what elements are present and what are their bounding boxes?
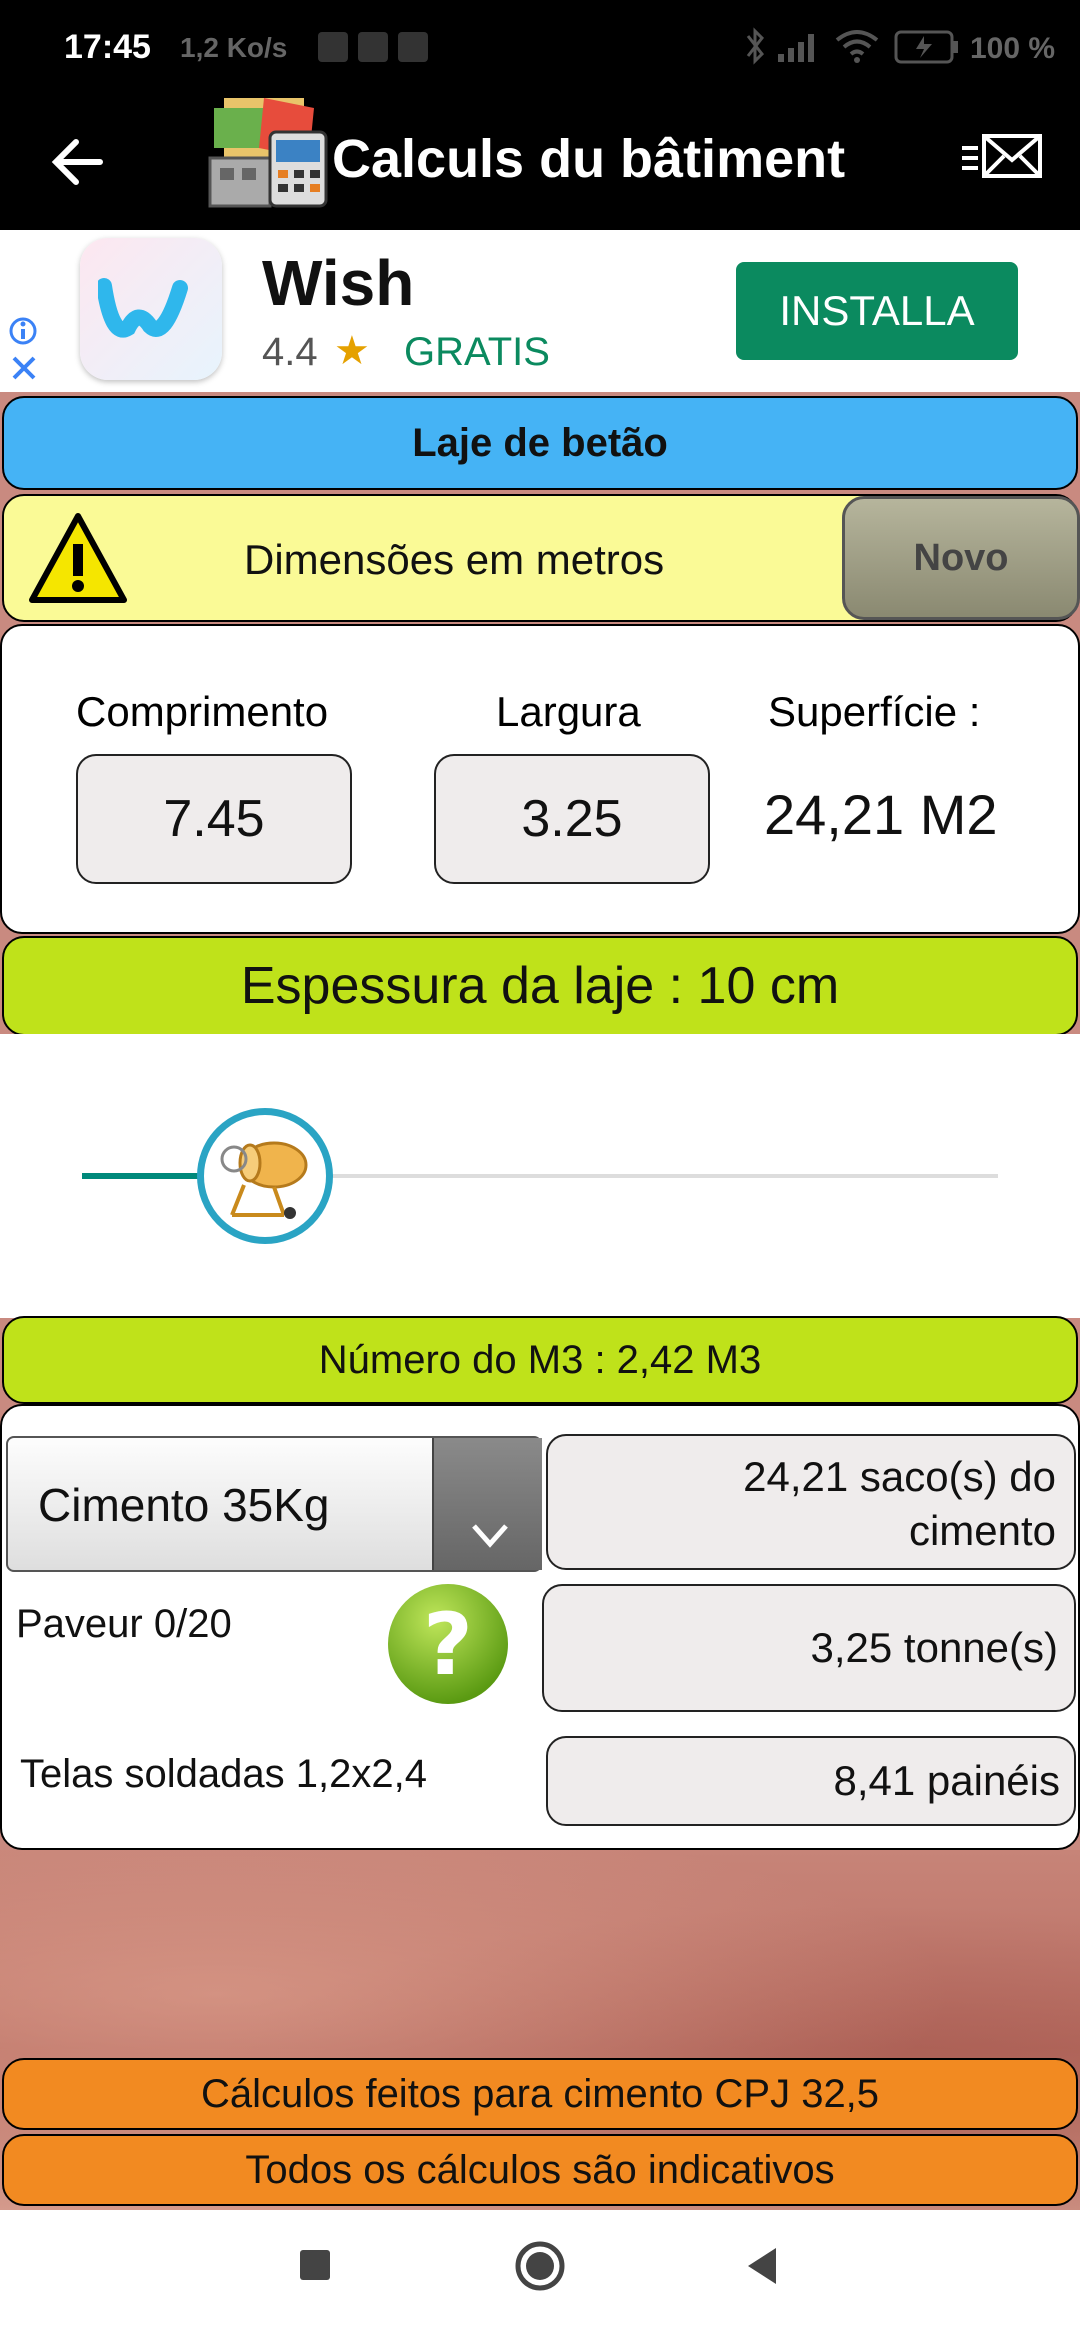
app-title: Calculs du bâtiment [332, 129, 846, 189]
ad-banner[interactable]: Wish 4.4 ★ GRATIS INSTALLA [0, 230, 1080, 392]
length-input[interactable]: 7.45 [76, 754, 352, 884]
signal-icon [778, 34, 814, 62]
width-label: Largura [496, 688, 641, 735]
thickness-slider-panel [0, 1034, 1080, 1318]
ad-price: GRATIS [404, 330, 550, 374]
svg-text:?: ? [423, 1595, 473, 1695]
volume-label: Número do M3 : 2,42 M3 [2, 1316, 1078, 1404]
dropdown-button[interactable] [432, 1438, 542, 1570]
notification-icon [358, 32, 388, 62]
wish-logo [98, 278, 188, 338]
materials-panel: Cimento 35Kg 24,21 saco(s) do cimento Pa… [0, 1404, 1080, 1850]
close-icon[interactable] [10, 354, 38, 382]
paver-label: Paveur 0/20 [16, 1602, 232, 1646]
units-warning-text: Dimensões em metros [244, 536, 665, 583]
system-nav-bar [0, 2210, 1080, 2340]
dimensions-panel: Comprimento 7.45 Largura 3.25 Superfície… [0, 624, 1080, 934]
warning-icon [29, 513, 127, 603]
recents-button[interactable] [300, 2250, 330, 2280]
notification-icon [398, 32, 428, 62]
cement-select[interactable]: Cimento 35Kg [6, 1436, 542, 1572]
wifi-icon [835, 30, 879, 63]
units-warning-bar: Dimensões em metros Novo [2, 494, 1080, 622]
star-icon: ★ [334, 329, 370, 373]
width-input[interactable]: 3.25 [434, 754, 710, 884]
mesh-label: Telas soldadas 1,2x2,4 [20, 1752, 427, 1796]
cement-result: 24,21 saco(s) do cimento [546, 1434, 1076, 1570]
battery-percent: 100 % [970, 32, 1056, 65]
cement-result-line1: 24,21 saco(s) do [743, 1453, 1056, 1500]
slider-thumb[interactable] [197, 1108, 334, 1244]
notification-icon [318, 32, 348, 62]
length-label: Comprimento [76, 688, 329, 735]
footer-note-cement: Cálculos feitos para cimento CPJ 32,5 [2, 2058, 1078, 2130]
ad-app-name: Wish [262, 247, 415, 319]
cement-select-value: Cimento 35Kg [38, 1479, 330, 1531]
arrow-left-icon[interactable] [50, 134, 106, 190]
app-bar: Calculs du bâtiment [0, 96, 1080, 230]
surface-value: 24,21 M2 [764, 783, 998, 846]
wish-app-icon [80, 238, 222, 380]
help-icon[interactable]: ? [386, 1582, 510, 1706]
home-button[interactable] [514, 2240, 566, 2292]
status-time: 17:45 [64, 28, 151, 66]
thickness-label: Espessura da laje : 10 cm [2, 936, 1078, 1036]
surface-label: Superfície : [768, 688, 981, 735]
paver-result: 3,25 tonne(s) [542, 1584, 1076, 1712]
cement-result-line2: cimento [908, 1507, 1056, 1554]
net-speed: 1,2 Ko/s [180, 32, 288, 63]
status-bar: 17:45 1,2 Ko/s 100 % [0, 0, 1080, 96]
bluetooth-icon [746, 27, 764, 65]
ad-rating: 4.4 [262, 330, 318, 374]
info-icon[interactable] [8, 316, 38, 346]
back-button[interactable] [742, 2244, 782, 2288]
new-button[interactable]: Novo [842, 496, 1080, 620]
mesh-result: 8,41 painéis [546, 1736, 1076, 1826]
chevron-down-icon [472, 1524, 508, 1548]
footer-note-indicative: Todos os cálculos são indicativos [2, 2134, 1078, 2206]
menu-mail-icon[interactable] [958, 130, 1044, 186]
concrete-mixer-icon [220, 1141, 308, 1219]
battery-icon [894, 30, 958, 64]
app-logo [208, 98, 328, 208]
install-button[interactable]: INSTALLA [736, 262, 1018, 360]
section-header: Laje de betão [2, 396, 1078, 490]
